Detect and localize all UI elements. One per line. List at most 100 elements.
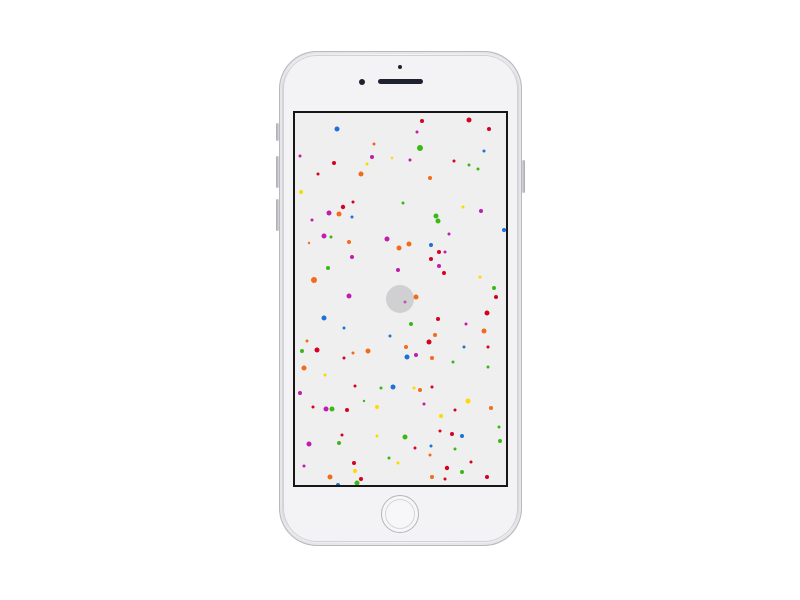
confetti-dot [329, 406, 335, 412]
confetti-dot [430, 475, 434, 479]
confetti-dot [418, 388, 422, 392]
confetti-dot [444, 465, 450, 471]
confetti-dot [404, 354, 410, 360]
confetti-dot [406, 241, 412, 247]
confetti-dot [346, 293, 352, 299]
confetti-dot [353, 384, 357, 388]
confetti-dot [305, 339, 309, 343]
confetti-dot [498, 439, 502, 443]
confetti-dot [316, 172, 320, 176]
confetti-dot [413, 446, 417, 450]
confetti-dot [321, 233, 327, 239]
confetti-dot [485, 475, 489, 479]
proximity-sensor-icon [398, 65, 402, 69]
confetti-dot [342, 356, 346, 360]
confetti-dot [409, 322, 413, 326]
confetti-dot [362, 399, 366, 403]
confetti-dot [396, 268, 400, 272]
confetti-dot [469, 460, 473, 464]
confetti-dot [429, 243, 433, 247]
confetti-dot [310, 218, 314, 222]
confetti-dot [453, 408, 457, 412]
confetti-dot [438, 429, 442, 433]
confetti-dot [447, 232, 451, 236]
confetti-dot [306, 441, 312, 447]
home-button[interactable] [381, 495, 419, 533]
confetti-dot [390, 384, 396, 390]
confetti-dot [354, 480, 360, 485]
confetti-dot [489, 406, 493, 410]
confetti-dot [379, 386, 383, 390]
confetti-dot [482, 149, 486, 153]
confetti-dot [415, 130, 419, 134]
confetti-dot [430, 356, 434, 360]
confetti-dot [347, 240, 351, 244]
confetti-dot [372, 142, 376, 146]
confetti-dot [413, 294, 419, 300]
confetti-dot [479, 209, 483, 213]
confetti-dot [300, 349, 304, 353]
confetti-dot [351, 200, 355, 204]
confetti-dot [298, 391, 302, 395]
power-button[interactable] [522, 160, 525, 193]
confetti-dot [461, 205, 465, 209]
confetti-dot [428, 176, 432, 180]
confetti-dot [408, 158, 412, 162]
confetti-dot [487, 127, 491, 131]
confetti-dot [453, 447, 457, 451]
confetti-dot [311, 405, 315, 409]
confetti-dot [486, 365, 490, 369]
confetti-dot [460, 434, 464, 438]
confetti-dot [336, 211, 342, 217]
phone-screen[interactable] [293, 111, 508, 487]
confetti-dot [502, 228, 506, 232]
confetti-dot [329, 235, 333, 239]
confetti-dot [323, 373, 327, 377]
confetti-dot [435, 218, 441, 224]
confetti-dot [302, 464, 306, 468]
confetti-dot [326, 266, 330, 270]
confetti-dot [365, 162, 369, 166]
front-camera-icon [359, 79, 365, 85]
confetti-dot [426, 339, 432, 345]
confetti-dot [353, 469, 357, 473]
confetti-dot [340, 204, 346, 210]
confetti-dot [384, 236, 390, 242]
confetti-dot [301, 365, 307, 371]
confetti-dot [311, 277, 317, 283]
confetti-dot [433, 333, 437, 337]
confetti-dot [465, 398, 471, 404]
confetti-dot [375, 434, 379, 438]
confetti-dot [492, 286, 496, 290]
confetti-dot [332, 161, 336, 165]
confetti-dot [358, 171, 364, 177]
confetti-dot [412, 386, 416, 390]
confetti-dot [340, 433, 344, 437]
confetti-dot [464, 322, 468, 326]
confetti-dot [402, 434, 408, 440]
confetti-dot [359, 477, 363, 481]
confetti-dot [486, 345, 490, 349]
touch-indicator [386, 285, 414, 313]
confetti-dot [388, 334, 392, 338]
confetti-dot [334, 126, 340, 132]
confetti-dot [476, 167, 480, 171]
confetti-dot [342, 326, 346, 330]
confetti-dot [352, 461, 356, 465]
confetti-dot [439, 414, 443, 418]
confetti-dot [337, 441, 341, 445]
confetti-dot [484, 310, 490, 316]
confetti-dot [345, 408, 349, 412]
confetti-dot [467, 163, 471, 167]
confetti-dot [414, 353, 418, 357]
confetti-dot [396, 461, 400, 465]
confetti-dot [390, 156, 394, 160]
confetti-dot [460, 470, 464, 474]
confetti-dot [323, 406, 329, 412]
confetti-dot [321, 315, 327, 321]
confetti-dot [396, 245, 402, 251]
confetti-dot [314, 347, 320, 353]
confetti-dot [417, 145, 423, 151]
confetti-dot [433, 213, 439, 219]
confetti-dot [420, 119, 424, 123]
